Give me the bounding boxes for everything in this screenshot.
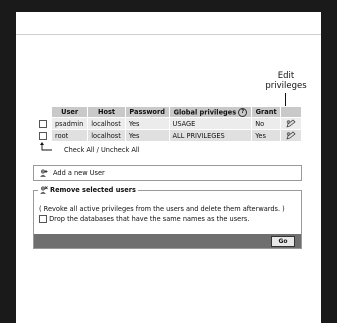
cell-privileges: ALL PRIVILEGES [168, 129, 253, 142]
add-user-link[interactable]: Add a new User [53, 169, 105, 177]
cell-privileges: USAGE [168, 117, 253, 130]
add-user-box[interactable]: Add a new User [33, 165, 302, 181]
cell-password: Yes [124, 129, 170, 142]
cell-grant: No [251, 117, 281, 130]
cell-user: root [50, 129, 89, 142]
cell-host: localhost [87, 129, 126, 142]
remove-users-legend: Remove selected users [38, 186, 138, 194]
check-all-link[interactable]: Check All / Uncheck All [64, 146, 140, 154]
page-header-rule [16, 34, 321, 35]
table-row: root localhost Yes ALL PRIVILEGES Yes [34, 129, 302, 142]
edit-privileges-callout: Edit privileges [261, 71, 311, 91]
remove-users-legend-text: Remove selected users [50, 186, 136, 194]
table-header-row: User Host Password Global privileges? Gr… [34, 106, 302, 118]
row-checkbox[interactable] [39, 131, 47, 140]
header-password: Password [124, 106, 170, 118]
header-edit-col [280, 106, 302, 118]
cell-host: localhost [87, 117, 126, 130]
header-grant: Grant [251, 106, 281, 118]
cell-grant: Yes [251, 129, 281, 142]
header-checkbox-col [34, 106, 52, 118]
header-global-privileges: Global privileges? [168, 106, 253, 118]
callout-line-2: privileges [265, 81, 307, 91]
add-user-icon [40, 169, 48, 177]
header-host: Host [87, 106, 126, 118]
drop-databases-label: Drop the databases that have the same na… [49, 215, 250, 223]
header-user: User [50, 106, 89, 118]
callout-line-1: Edit [277, 71, 295, 81]
table-row: psadmin localhost Yes USAGE No [34, 117, 302, 130]
remove-users-fieldset: Remove selected users ( Revoke all activ… [33, 186, 302, 249]
drop-databases-option: Drop the databases that have the same na… [39, 215, 249, 223]
remove-users-note: ( Revoke all active privileges from the … [39, 205, 285, 213]
row-checkbox[interactable] [39, 119, 47, 128]
corner-arrow-up-icon [40, 142, 52, 151]
cell-user: psadmin [50, 117, 89, 130]
remove-users-action-bar: Go [34, 234, 301, 248]
edit-pencil-icon[interactable] [286, 119, 296, 128]
drop-databases-checkbox[interactable] [39, 215, 47, 223]
edit-pencil-icon[interactable] [286, 131, 296, 140]
remove-users-icon [40, 186, 48, 194]
go-button[interactable]: Go [271, 236, 295, 247]
info-icon[interactable]: ? [238, 107, 248, 117]
cell-password: Yes [124, 117, 170, 130]
user-overview-table: User Host Password Global privileges? Gr… [34, 106, 302, 142]
